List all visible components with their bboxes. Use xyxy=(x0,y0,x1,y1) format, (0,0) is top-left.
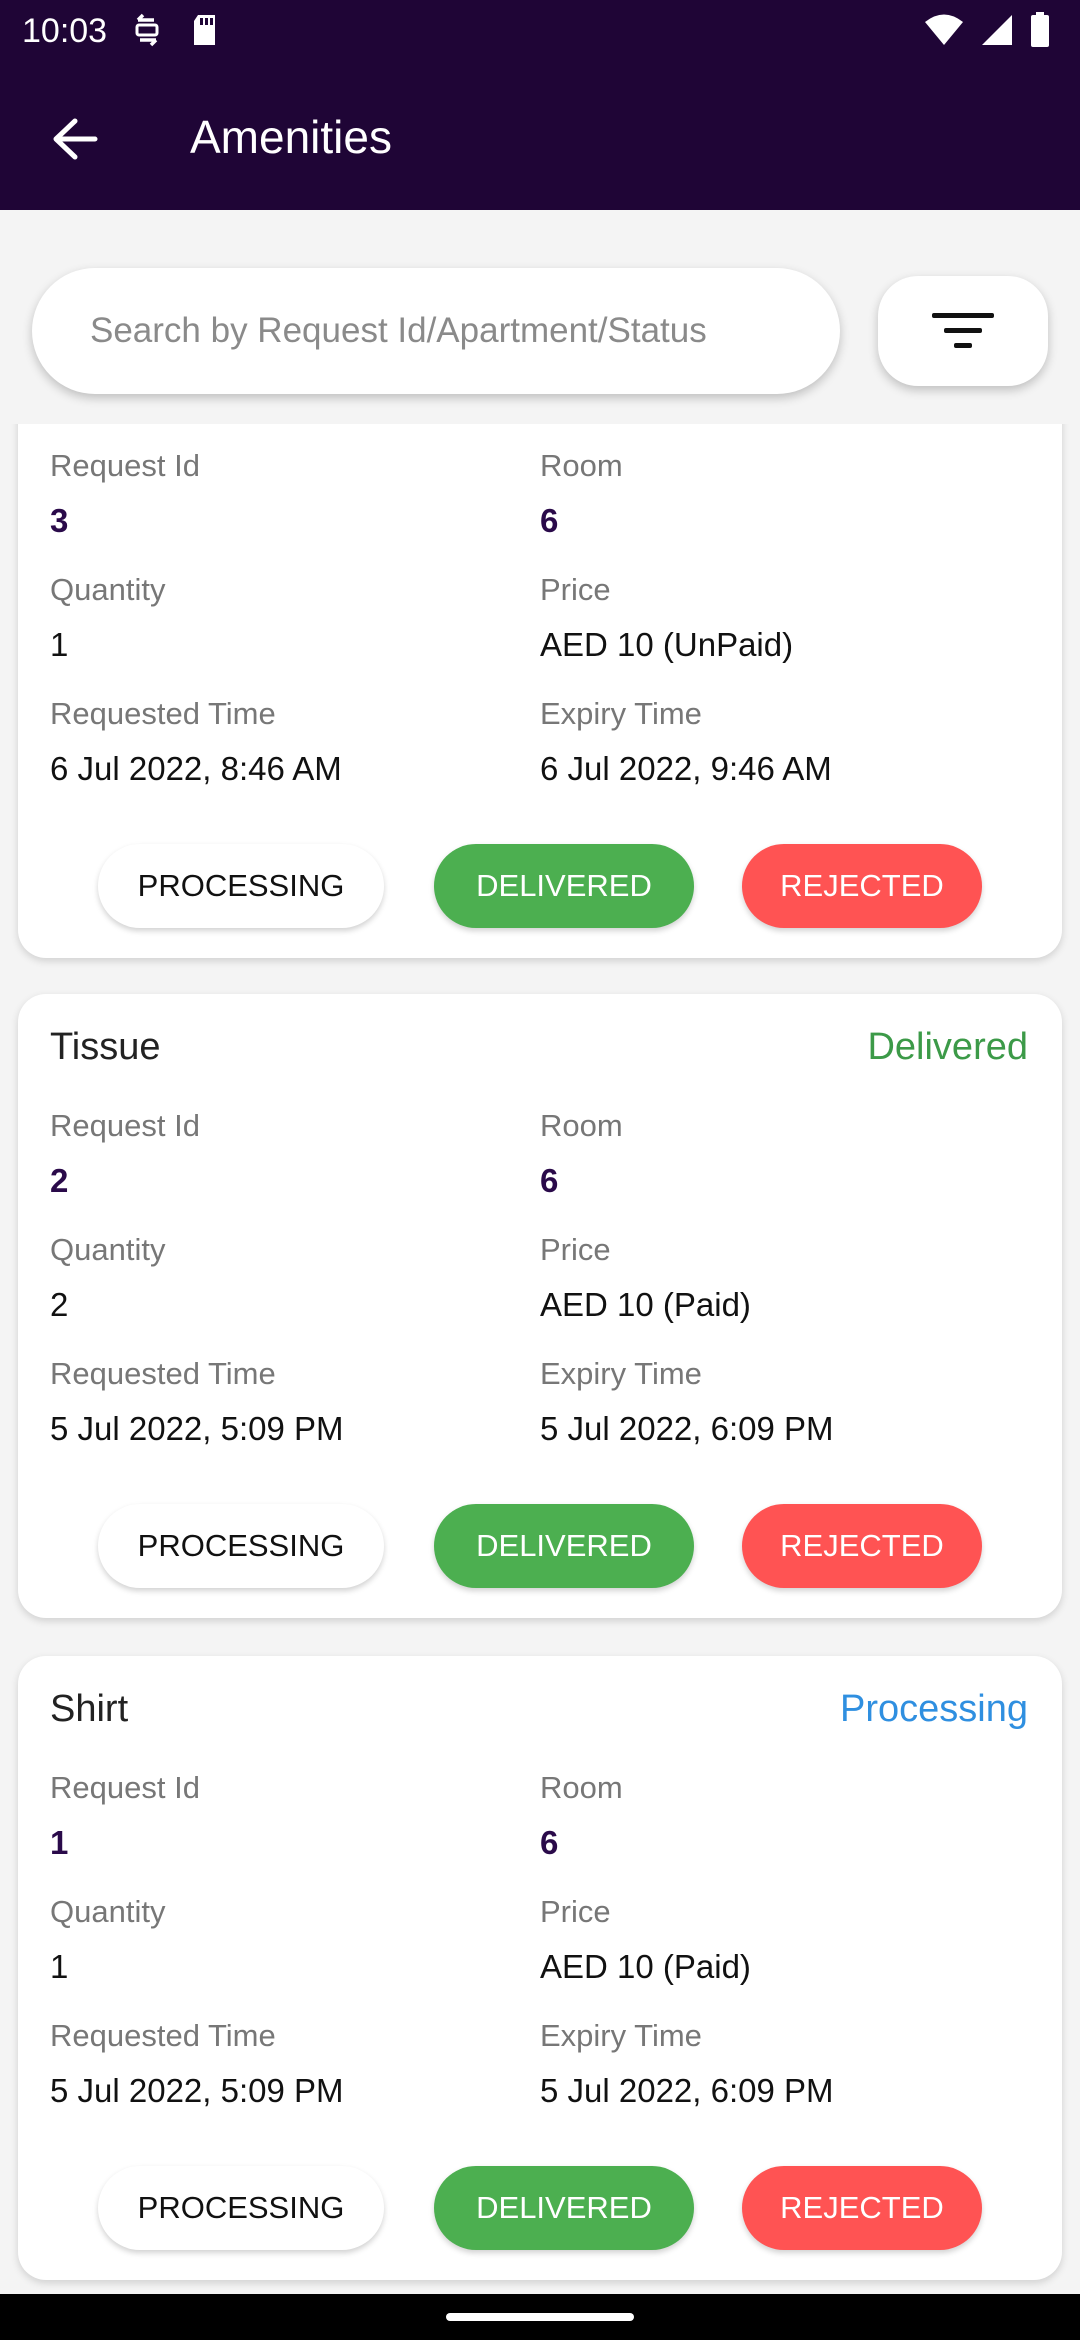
request-id-field: Request Id 2 xyxy=(50,1108,200,1200)
expiry-time-value: 6 Jul 2022, 9:46 AM xyxy=(540,750,832,787)
requested-time-field: Requested Time 5 Jul 2022, 5:09 PM xyxy=(50,1356,344,1448)
request-card: Request Id 3 Room 6 Quantity 1 Price AED… xyxy=(18,424,1062,958)
status-time: 10:03 xyxy=(22,12,108,50)
amenity-request-list[interactable]: Request Id 3 Room 6 Quantity 1 Price AED… xyxy=(0,424,1080,2294)
room-value: 6 xyxy=(540,1162,559,1199)
price-value: AED 10 (UnPaid) xyxy=(540,626,794,663)
quantity-value: 2 xyxy=(50,1286,69,1323)
search-bar[interactable] xyxy=(32,268,840,394)
request-id-value: 3 xyxy=(50,502,69,539)
price-label: Price xyxy=(540,572,611,607)
expiry-time-field: Expiry Time 6 Jul 2022, 9:46 AM xyxy=(540,696,832,788)
app-header: 10:03 Amenities xyxy=(0,0,1080,210)
rejected-button[interactable]: REJECTED xyxy=(742,1504,982,1588)
room-field: Room 6 xyxy=(540,1770,623,1862)
room-field: Room 6 xyxy=(540,448,623,540)
expiry-time-label: Expiry Time xyxy=(540,2018,702,2053)
request-id-label: Request Id xyxy=(50,1770,200,1805)
search-input[interactable] xyxy=(90,311,810,351)
expiry-time-label: Expiry Time xyxy=(540,696,702,731)
status-indicators xyxy=(924,12,1050,48)
requested-time-value: 6 Jul 2022, 8:46 AM xyxy=(50,750,342,787)
sync-icon xyxy=(132,12,162,57)
price-field: Price AED 10 (Paid) xyxy=(540,1232,751,1324)
room-label: Room xyxy=(540,1108,623,1143)
expiry-time-value: 5 Jul 2022, 6:09 PM xyxy=(540,2072,834,2109)
status-badge: Processing xyxy=(840,1688,1028,1730)
system-nav-bar xyxy=(0,2294,1080,2340)
requested-time-label: Requested Time xyxy=(50,696,276,731)
processing-button[interactable]: PROCESSING xyxy=(98,2166,384,2250)
request-card: Shirt Processing Request Id 1 Room 6 Qua… xyxy=(18,1656,1062,2280)
quantity-label: Quantity xyxy=(50,1894,166,1929)
request-id-field: Request Id 1 xyxy=(50,1770,200,1862)
page-title: Amenities xyxy=(190,111,392,163)
room-value: 6 xyxy=(540,502,559,539)
filter-icon xyxy=(932,313,994,348)
status-badge: Delivered xyxy=(867,1026,1028,1068)
quantity-label: Quantity xyxy=(50,572,166,607)
request-id-value: 1 xyxy=(50,1824,69,1861)
request-id-value: 2 xyxy=(50,1162,69,1199)
sd-card-icon xyxy=(190,12,220,57)
home-gesture-handle[interactable] xyxy=(446,2313,634,2321)
quantity-label: Quantity xyxy=(50,1232,166,1267)
request-id-field: Request Id 3 xyxy=(50,448,200,540)
price-label: Price xyxy=(540,1894,611,1929)
requested-time-label: Requested Time xyxy=(50,1356,276,1391)
quantity-value: 1 xyxy=(50,626,69,663)
request-id-label: Request Id xyxy=(50,448,200,483)
request-id-label: Request Id xyxy=(50,1108,200,1143)
delivered-button[interactable]: DELIVERED xyxy=(434,2166,694,2250)
arrow-left-icon xyxy=(53,118,98,160)
status-bar: 10:03 xyxy=(0,0,1080,66)
rejected-button[interactable]: REJECTED xyxy=(742,844,982,928)
price-value: AED 10 (Paid) xyxy=(540,1286,751,1323)
requested-time-field: Requested Time 6 Jul 2022, 8:46 AM xyxy=(50,696,342,788)
requested-time-value: 5 Jul 2022, 5:09 PM xyxy=(50,2072,344,2109)
expiry-time-value: 5 Jul 2022, 6:09 PM xyxy=(540,1410,834,1447)
filter-button[interactable] xyxy=(878,276,1048,386)
expiry-time-field: Expiry Time 5 Jul 2022, 6:09 PM xyxy=(540,1356,834,1448)
wifi-icon xyxy=(925,14,963,45)
room-field: Room 6 xyxy=(540,1108,623,1200)
expiry-time-label: Expiry Time xyxy=(540,1356,702,1391)
back-button[interactable] xyxy=(40,104,110,174)
quantity-field: Quantity 2 xyxy=(50,1232,165,1324)
price-field: Price AED 10 (Paid) xyxy=(540,1894,751,1986)
requested-time-label: Requested Time xyxy=(50,2018,276,2053)
price-field: Price AED 10 (UnPaid) xyxy=(540,572,793,664)
requested-time-value: 5 Jul 2022, 5:09 PM xyxy=(50,1410,344,1447)
room-label: Room xyxy=(540,1770,623,1805)
delivered-button[interactable]: DELIVERED xyxy=(434,844,694,928)
room-label: Room xyxy=(540,448,623,483)
rejected-button[interactable]: REJECTED xyxy=(742,2166,982,2250)
room-value: 6 xyxy=(540,1824,559,1861)
amenity-name: Tissue xyxy=(50,1026,161,1068)
quantity-field: Quantity 1 xyxy=(50,572,165,664)
signal-icon xyxy=(982,15,1012,45)
request-card: Tissue Delivered Request Id 2 Room 6 Qua… xyxy=(18,994,1062,1618)
quantity-value: 1 xyxy=(50,1948,69,1985)
price-value: AED 10 (Paid) xyxy=(540,1948,751,1985)
processing-button[interactable]: PROCESSING xyxy=(98,1504,384,1588)
amenity-name: Shirt xyxy=(50,1688,129,1730)
expiry-time-field: Expiry Time 5 Jul 2022, 6:09 PM xyxy=(540,2018,834,2110)
processing-button[interactable]: PROCESSING xyxy=(98,844,384,928)
battery-icon xyxy=(1031,12,1049,47)
requested-time-field: Requested Time 5 Jul 2022, 5:09 PM xyxy=(50,2018,344,2110)
quantity-field: Quantity 1 xyxy=(50,1894,165,1986)
price-label: Price xyxy=(540,1232,611,1267)
delivered-button[interactable]: DELIVERED xyxy=(434,1504,694,1588)
